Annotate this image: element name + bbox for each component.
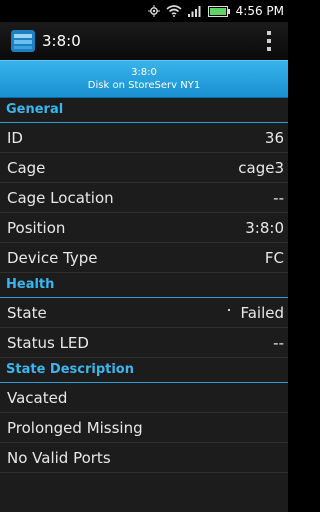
row-value: FC xyxy=(264,248,284,267)
row-value: 36 xyxy=(264,128,284,147)
row-label: ID xyxy=(7,128,23,147)
state-indicator-dot xyxy=(228,309,230,311)
row-label: Status LED xyxy=(7,333,89,352)
section-state-description: State Description xyxy=(0,358,288,383)
action-bar: 3:8:0 xyxy=(0,22,288,60)
row-value: -- xyxy=(273,188,284,207)
signal-icon xyxy=(187,5,202,17)
status-time: 4:56 PM xyxy=(235,4,284,18)
row-position[interactable]: Position 3:8:0 xyxy=(0,213,288,243)
row-label: No Valid Ports xyxy=(7,448,111,467)
row-label: State xyxy=(7,303,47,322)
row-device-type[interactable]: Device Type FC xyxy=(0,243,288,273)
row-label: Prolonged Missing xyxy=(7,418,143,437)
row-vacated[interactable]: Vacated xyxy=(0,383,288,413)
row-value: cage3 xyxy=(238,158,284,177)
row-label: Device Type xyxy=(7,248,98,267)
row-prolonged-missing[interactable]: Prolonged Missing xyxy=(0,413,288,443)
detail-header: 3:8:0 Disk on StoreServ NY1 xyxy=(0,60,288,98)
page-title: 3:8:0 xyxy=(42,32,81,50)
header-line-1: 3:8:0 xyxy=(131,67,157,78)
row-label: Vacated xyxy=(7,388,68,407)
row-status-led[interactable]: Status LED -- xyxy=(0,328,288,358)
app-icon[interactable] xyxy=(10,28,36,54)
row-cage-location[interactable]: Cage Location -- xyxy=(0,183,288,213)
row-no-valid-ports[interactable]: No Valid Ports xyxy=(0,443,288,473)
row-cage[interactable]: Cage cage3 xyxy=(0,153,288,183)
row-id[interactable]: ID 36 xyxy=(0,123,288,153)
detail-list: General ID 36 Cage cage3 Cage Location -… xyxy=(0,98,288,512)
row-label: Position xyxy=(7,218,66,237)
header-line-2: Disk on StoreServ NY1 xyxy=(87,80,201,91)
row-value: 3:8:0 xyxy=(245,218,284,237)
gps-icon xyxy=(147,5,160,17)
section-general: General xyxy=(0,98,288,123)
row-value: Failed xyxy=(240,303,284,322)
row-label: Cage Location xyxy=(7,188,114,207)
row-value: -- xyxy=(273,333,284,352)
row-label: Cage xyxy=(7,158,46,177)
overflow-menu-icon[interactable] xyxy=(266,31,272,51)
wifi-icon xyxy=(166,5,182,17)
status-bar: 4:56 PM xyxy=(0,0,288,22)
row-state[interactable]: State Failed xyxy=(0,298,288,328)
battery-icon xyxy=(207,5,230,17)
section-health: Health xyxy=(0,273,288,298)
